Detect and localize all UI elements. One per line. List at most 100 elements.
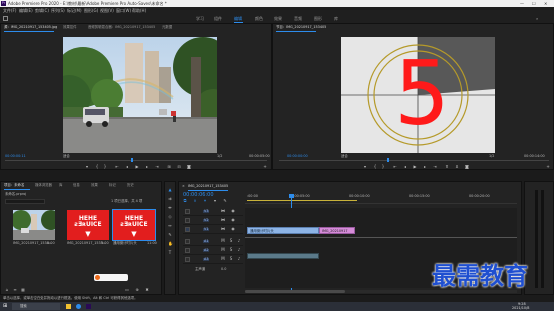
razor-tool-icon[interactable]: ◇ bbox=[168, 215, 172, 219]
track-label[interactable]: V1 bbox=[203, 227, 210, 232]
tab-project[interactable]: 项目：未命名 bbox=[4, 183, 24, 187]
program-scrubber[interactable] bbox=[279, 160, 549, 161]
icon-view-icon[interactable]: ▦ bbox=[21, 288, 25, 292]
step-forward-icon[interactable]: ▸ bbox=[423, 165, 427, 169]
timeline-clip-audio[interactable] bbox=[247, 253, 319, 259]
go-to-out-icon[interactable]: ⇥ bbox=[155, 165, 159, 169]
source-playhead[interactable] bbox=[131, 158, 133, 162]
mark-in-icon[interactable]: { bbox=[95, 165, 99, 169]
sync-lock-icon[interactable]: ⧓ bbox=[221, 209, 225, 213]
tab-metadata[interactable]: 元数据 bbox=[162, 25, 172, 29]
source-timecode-current[interactable]: 00:00:00:11 bbox=[5, 154, 26, 158]
track-label[interactable]: A1 bbox=[203, 239, 210, 244]
timeline-ruler[interactable]: :00:00 00:00:05:00 00:00:10:00 00:00:15:… bbox=[245, 194, 517, 204]
menu-view[interactable]: 视图(V) bbox=[100, 8, 114, 13]
program-add-button-icon[interactable]: + bbox=[546, 165, 550, 169]
menu-edit[interactable]: 编辑(E) bbox=[19, 8, 33, 13]
lock-track-icon[interactable] bbox=[185, 209, 190, 214]
sync-lock-icon[interactable]: ⧓ bbox=[221, 227, 225, 231]
marker-icon[interactable]: ▾ bbox=[363, 165, 367, 169]
sync-lock-icon[interactable]: ⧓ bbox=[221, 218, 225, 222]
scrollbar-thumb[interactable] bbox=[245, 290, 345, 293]
mute-icon[interactable]: M bbox=[221, 257, 225, 261]
workspace-audio[interactable]: 音频 bbox=[294, 16, 302, 21]
close-button[interactable]: ✕ bbox=[544, 1, 547, 6]
workspace-editing[interactable]: 编辑 bbox=[234, 16, 242, 21]
mark-out-icon[interactable]: } bbox=[103, 165, 107, 169]
tab-sequence[interactable]: IMG_20210917_153405 bbox=[188, 184, 228, 188]
settings-wrench-icon[interactable]: ✎ bbox=[223, 199, 227, 203]
close-tab-icon[interactable]: × bbox=[182, 184, 185, 188]
play-icon[interactable]: ▶ bbox=[413, 165, 417, 169]
track-label[interactable]: A3 bbox=[203, 257, 210, 262]
tab-effects[interactable]: 效果 bbox=[91, 183, 98, 187]
premiere-taskbar-icon[interactable] bbox=[86, 304, 91, 309]
solo-icon[interactable]: S bbox=[229, 257, 233, 261]
eye-icon[interactable]: ◉ bbox=[231, 209, 235, 213]
hand-tool-icon[interactable]: ✋ bbox=[168, 242, 173, 246]
mark-out-icon[interactable]: } bbox=[381, 165, 385, 169]
lock-track-icon[interactable] bbox=[185, 218, 190, 223]
trash-icon[interactable]: ✖ bbox=[145, 288, 149, 292]
type-tool-icon[interactable]: T bbox=[168, 251, 172, 255]
list-view-icon[interactable]: ≡ bbox=[13, 288, 17, 292]
lift-icon[interactable]: ⊼ bbox=[445, 165, 449, 169]
source-patch-v1[interactable] bbox=[185, 227, 190, 232]
solo-icon[interactable]: S bbox=[229, 248, 233, 252]
slip-tool-icon[interactable]: ↔ bbox=[168, 224, 172, 228]
mute-icon[interactable]: M bbox=[221, 248, 225, 252]
mute-icon[interactable]: M bbox=[221, 239, 225, 243]
playhead-handle[interactable] bbox=[289, 194, 294, 198]
workspace-effects[interactable]: 效果 bbox=[274, 16, 282, 21]
workspace-graphics[interactable]: 图形 bbox=[314, 16, 322, 21]
pen-tool-icon[interactable]: ✎ bbox=[168, 233, 172, 237]
tab-history[interactable]: 历史 bbox=[127, 183, 134, 187]
snap-icon[interactable]: ∩ bbox=[193, 199, 197, 203]
menu-marker[interactable]: 标记(M) bbox=[67, 8, 82, 13]
track-select-tool-icon[interactable]: ⇉ bbox=[168, 197, 172, 201]
go-to-in-icon[interactable]: ⇤ bbox=[115, 165, 119, 169]
minimize-button[interactable]: — bbox=[520, 1, 524, 6]
solo-icon[interactable]: S bbox=[229, 239, 233, 243]
menu-sequence[interactable]: 序列(S) bbox=[51, 8, 65, 13]
file-explorer-icon[interactable] bbox=[66, 304, 71, 309]
tab-media-browser[interactable]: 媒体浏览器 bbox=[35, 183, 52, 187]
timeline-timecode[interactable]: 00:00:06:00 bbox=[183, 192, 214, 198]
mic-icon[interactable]: ♪ bbox=[237, 248, 241, 252]
mic-icon[interactable]: ♪ bbox=[237, 239, 241, 243]
menu-window[interactable]: 窗口(W) bbox=[116, 8, 131, 13]
eye-icon[interactable]: ◉ bbox=[231, 218, 235, 222]
mic-icon[interactable]: ♪ bbox=[237, 257, 241, 261]
windows-start-icon[interactable]: ⊞ bbox=[3, 304, 8, 309]
search-icon[interactable]: ⌕ bbox=[536, 16, 538, 21]
add-marker-icon[interactable]: ▾ bbox=[213, 199, 217, 203]
tab-libraries[interactable]: 库 bbox=[59, 183, 62, 187]
step-back-icon[interactable]: ◂ bbox=[125, 165, 129, 169]
play-icon[interactable]: ▶ bbox=[135, 165, 139, 169]
overwrite-icon[interactable]: ⊟ bbox=[177, 165, 181, 169]
insert-icon[interactable]: ⊞ bbox=[167, 165, 171, 169]
source-scrubber[interactable] bbox=[5, 160, 267, 161]
track-label[interactable]: V3 bbox=[203, 209, 210, 214]
project-item-thumbnail[interactable] bbox=[13, 210, 55, 240]
program-fit-dropdown[interactable]: 适合 bbox=[341, 154, 348, 158]
project-item-thumbnail[interactable]: HEHE ƨƎʀUICE ▼ bbox=[67, 210, 109, 240]
program-resolution[interactable]: 1/2 bbox=[489, 154, 494, 158]
export-frame-icon[interactable]: ◙ bbox=[465, 165, 469, 169]
browser-icon[interactable] bbox=[76, 304, 81, 309]
workspace-color[interactable]: 颜色 bbox=[255, 16, 263, 21]
menu-graphics[interactable]: 图形(G) bbox=[84, 8, 98, 13]
marker-icon[interactable]: ▾ bbox=[85, 165, 89, 169]
linked-selection-icon[interactable]: ⚭ bbox=[203, 199, 207, 203]
timeline-zoom-scrollbar[interactable] bbox=[245, 290, 517, 293]
home-icon[interactable] bbox=[3, 16, 8, 21]
project-search-input[interactable] bbox=[5, 199, 45, 204]
ime-logo-icon[interactable] bbox=[95, 275, 100, 280]
source-patch-a1[interactable] bbox=[185, 239, 190, 244]
lock-icon[interactable]: ⌂ bbox=[5, 288, 9, 292]
tab-info[interactable]: 信息 bbox=[73, 183, 80, 187]
track-label[interactable]: A2 bbox=[203, 248, 210, 253]
tab-effect-controls[interactable]: 效果控件 bbox=[63, 25, 77, 29]
export-frame-icon[interactable]: ◙ bbox=[187, 165, 191, 169]
go-to-in-icon[interactable]: ⇤ bbox=[393, 165, 397, 169]
